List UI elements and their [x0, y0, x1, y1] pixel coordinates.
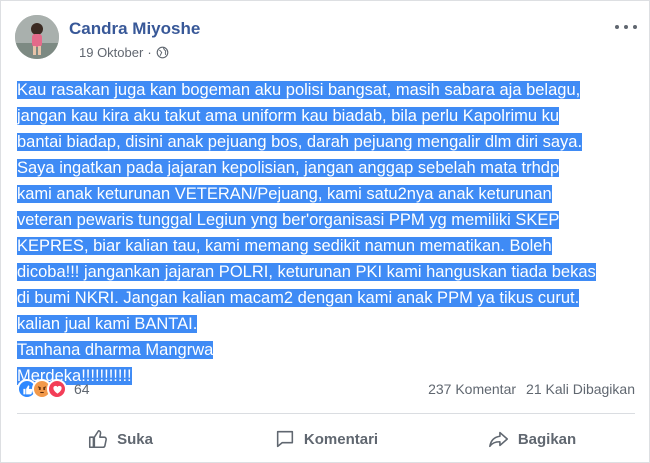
post-text: Kau rasakan juga kan bogeman aku polisi …	[17, 77, 637, 389]
post-date[interactable]: 19 Oktober	[79, 45, 143, 60]
love-icon	[47, 379, 67, 399]
post-text-line: kami anak keturunan VETERAN/Pejuang, kam…	[17, 185, 552, 203]
comment-button[interactable]: Komentari	[223, 419, 429, 459]
share-button[interactable]: Bagikan	[429, 419, 635, 459]
post-text-line: jangan kau kira aku takut ama uniform ka…	[17, 107, 560, 125]
globe-icon[interactable]	[156, 46, 169, 59]
like-button[interactable]: Suka	[17, 419, 223, 459]
post-text-line: bantai biadap, disini anak pejuang bos, …	[17, 133, 583, 151]
post-text-line: Kau rasakan juga kan bogeman aku polisi …	[17, 81, 581, 99]
post-text-line: veteran pewaris tunggal Legiun yng ber'o…	[17, 211, 560, 229]
author-name[interactable]: Candra Miyoshe	[69, 19, 200, 39]
like-label: Suka	[117, 430, 153, 448]
post-text-line: Saya ingatkan pada jajaran kepolisian, j…	[17, 159, 560, 177]
engagement-counts: 237 Komentar 21 Kali Dibagikan	[428, 381, 635, 397]
post-actions: Suka Komentari Bagikan	[17, 419, 635, 459]
post-stats: 64 237 Komentar 21 Kali Dibagikan	[17, 377, 635, 401]
post-header: Candra Miyoshe 19 Oktober ·	[15, 13, 637, 69]
post-meta: 19 Oktober ·	[79, 45, 169, 60]
post-text-line: dicoba!!! jangankan jajaran POLRI, ketur…	[17, 263, 596, 281]
comment-icon	[276, 430, 294, 448]
comment-label: Komentari	[303, 430, 379, 448]
comment-count[interactable]: 237 Komentar	[428, 381, 516, 397]
reactions-summary[interactable]: 64	[17, 379, 90, 399]
post-text-line: kalian jual kami BANTAI.	[17, 315, 198, 333]
meta-separator: ·	[147, 45, 152, 60]
post-card: Candra Miyoshe 19 Oktober · Kau rasakan …	[0, 0, 650, 463]
share-count[interactable]: 21 Kali Dibagikan	[526, 381, 635, 397]
share-label: Bagikan	[517, 430, 577, 448]
post-text-line: di bumi NKRI. Jangan kalian macam2 denga…	[17, 289, 580, 307]
post-text-line: Tanhana dharma Mangrwa	[17, 341, 214, 359]
share-icon	[488, 431, 508, 448]
avatar[interactable]	[15, 15, 59, 59]
post-text-line: KEPRES, biar kalian tau, kami memang sed…	[17, 237, 552, 255]
thumbs-up-icon	[89, 429, 108, 449]
actions-divider	[17, 413, 635, 414]
reaction-count: 64	[74, 381, 90, 397]
more-options-icon[interactable]	[615, 19, 637, 35]
